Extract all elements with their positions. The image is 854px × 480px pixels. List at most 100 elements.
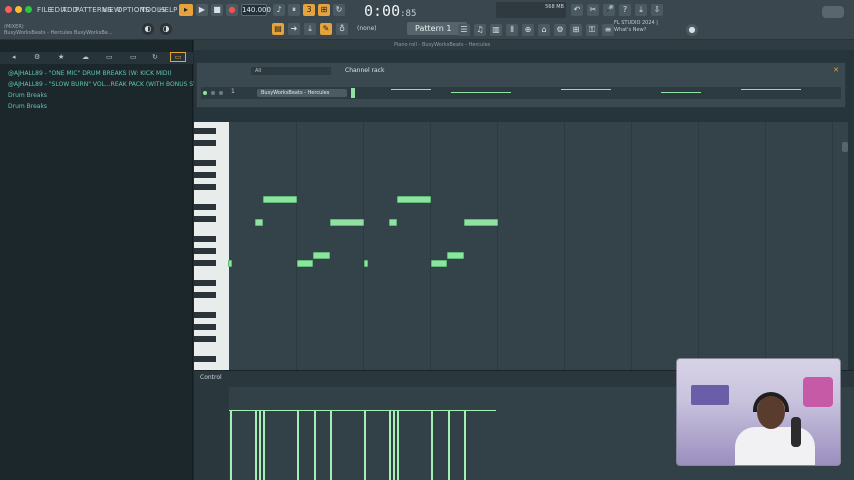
browser-active-folder-icon[interactable]: ▭ xyxy=(170,52,186,62)
channel-mute-icon[interactable] xyxy=(203,91,207,95)
piano-roll-icon[interactable]: ♫ xyxy=(474,24,486,36)
midi-note[interactable] xyxy=(397,196,431,203)
plugin-picker-icon[interactable]: ⚙ xyxy=(554,24,566,36)
black-key[interactable] xyxy=(194,140,216,146)
pencil-icon[interactable]: ✎ xyxy=(320,23,332,35)
cut-icon[interactable]: ✂ xyxy=(587,4,599,16)
velocity-bar[interactable] xyxy=(448,411,450,480)
velocity-bar[interactable] xyxy=(364,411,366,480)
stamp-icon[interactable]: ♁ xyxy=(336,23,348,35)
vertical-scrollbar[interactable] xyxy=(842,142,848,152)
piano-keyboard[interactable] xyxy=(194,122,229,370)
velocity-bar[interactable] xyxy=(297,411,299,480)
midi-note[interactable] xyxy=(464,219,498,226)
channel-rack-window[interactable]: All Channel rack ✕ 1 BusyWorksBeats - He… xyxy=(196,62,846,108)
channel-rack-icon[interactable]: ▥ xyxy=(490,24,502,36)
metronome-icon[interactable]: ♪ xyxy=(273,4,285,16)
black-key[interactable] xyxy=(194,236,216,242)
channel-select-led[interactable] xyxy=(351,88,355,98)
record-button[interactable]: ● xyxy=(226,4,238,16)
tempo-display[interactable]: 140.000 xyxy=(241,4,271,16)
channel-button[interactable]: BusyWorksBeats - Hercules xyxy=(257,89,347,97)
black-key[interactable] xyxy=(194,312,216,318)
black-key[interactable] xyxy=(194,184,216,190)
midi-note[interactable] xyxy=(447,252,464,259)
velocity-bar[interactable] xyxy=(314,411,316,480)
zoom-dot[interactable] xyxy=(25,6,32,13)
mic-icon[interactable]: 🎤 xyxy=(603,4,615,16)
channel-filter[interactable]: All xyxy=(251,67,331,75)
midi-note[interactable] xyxy=(297,260,313,267)
browser-item[interactable]: Drum Breaks xyxy=(8,92,47,99)
black-key[interactable] xyxy=(194,172,216,178)
velocity-bar[interactable] xyxy=(431,411,433,480)
control-label[interactable]: Control xyxy=(200,374,222,381)
black-key[interactable] xyxy=(194,324,216,330)
black-key[interactable] xyxy=(194,336,216,342)
velocity-bar[interactable] xyxy=(397,411,399,480)
black-key[interactable] xyxy=(194,128,216,134)
playlist-icon[interactable]: ☰ xyxy=(458,24,470,36)
lock-icon[interactable]: ⚿ xyxy=(586,24,598,36)
stop-button[interactable]: ■ xyxy=(211,4,223,16)
save-icon[interactable]: ⤓ xyxy=(635,4,647,16)
black-key[interactable] xyxy=(194,160,216,166)
arrow-icon[interactable]: ➜ xyxy=(288,23,300,35)
midi-note[interactable] xyxy=(431,260,447,267)
countdown-icon[interactable]: 3 xyxy=(303,4,315,16)
midi-note[interactable] xyxy=(228,260,232,267)
loop-record-icon[interactable]: ↻ xyxy=(333,4,345,16)
channel-pan-icon[interactable] xyxy=(211,91,215,95)
midi-note[interactable] xyxy=(263,196,297,203)
step-edit-icon[interactable]: ⊞ xyxy=(318,4,330,16)
account-icon[interactable]: ● xyxy=(686,24,698,36)
black-key[interactable] xyxy=(194,216,216,222)
velocity-bar[interactable] xyxy=(255,411,257,480)
wait-icon[interactable]: ⏸ xyxy=(288,4,300,16)
browser-folder2-icon[interactable]: ▭ xyxy=(130,53,137,61)
menu-help[interactable]: HELP xyxy=(159,6,178,14)
browser-star-icon[interactable]: ★ xyxy=(58,53,64,61)
plugin-icon[interactable]: ⊕ xyxy=(522,24,534,36)
velocity-bar[interactable] xyxy=(230,411,232,480)
news-icon[interactable]: ≡ xyxy=(602,24,614,36)
midi-note[interactable] xyxy=(313,252,330,259)
close-dot[interactable] xyxy=(5,6,12,13)
browser-settings-icon[interactable]: ⚙ xyxy=(34,53,40,61)
preset-select[interactable]: (none) xyxy=(357,22,395,35)
browser-folder-icon[interactable]: ▭ xyxy=(106,53,113,61)
velocity-bar[interactable] xyxy=(263,411,265,480)
black-key[interactable] xyxy=(194,280,216,286)
browser-back-icon[interactable]: ◂ xyxy=(12,53,16,61)
channel-vol-icon[interactable] xyxy=(219,91,223,95)
undo-icon[interactable]: ↶ xyxy=(571,4,583,16)
browser-icon[interactable]: ⌂ xyxy=(538,24,550,36)
minimize-dot[interactable] xyxy=(15,6,22,13)
velocity-bar[interactable] xyxy=(259,411,261,480)
browser-item[interactable]: @AJHALL89 - "ONE MIC" DRUM BREAKS (W: KI… xyxy=(8,70,172,77)
channel-rack-close-icon[interactable]: ✕ xyxy=(833,66,839,74)
black-key[interactable] xyxy=(194,204,216,210)
touch-keyboard-icon[interactable]: ⊞ xyxy=(570,24,582,36)
velocity-bar[interactable] xyxy=(464,411,466,480)
snap-icon[interactable]: ⤓ xyxy=(304,23,316,35)
pat-mode-icon[interactable]: ▤ xyxy=(272,23,284,35)
black-key[interactable] xyxy=(194,248,216,254)
velocity-bar[interactable] xyxy=(389,411,391,480)
pattern-song-toggle[interactable]: ▸ xyxy=(179,4,193,16)
browser-item[interactable]: Drum Breaks xyxy=(8,103,47,110)
download-icon[interactable]: ⇩ xyxy=(651,4,663,16)
black-key[interactable] xyxy=(194,292,216,298)
master-volume-knob[interactable]: ◐ xyxy=(142,23,154,35)
black-key[interactable] xyxy=(194,260,216,266)
browser-refresh-icon[interactable]: ↻ xyxy=(152,53,158,61)
midi-note[interactable] xyxy=(255,219,263,226)
master-pitch-knob[interactable]: ◑ xyxy=(160,23,172,35)
browser-item[interactable]: @AJHALL89 - "SLOW BURN" VOL...REAK PACK … xyxy=(8,81,216,88)
velocity-bar[interactable] xyxy=(330,411,332,480)
mixer-icon[interactable]: ⫴ xyxy=(506,24,518,36)
help-icon[interactable]: ? xyxy=(619,4,631,16)
midi-note[interactable] xyxy=(389,219,397,226)
channel-row[interactable]: 1 BusyWorksBeats - Hercules xyxy=(201,87,841,99)
midi-note[interactable] xyxy=(330,219,364,226)
